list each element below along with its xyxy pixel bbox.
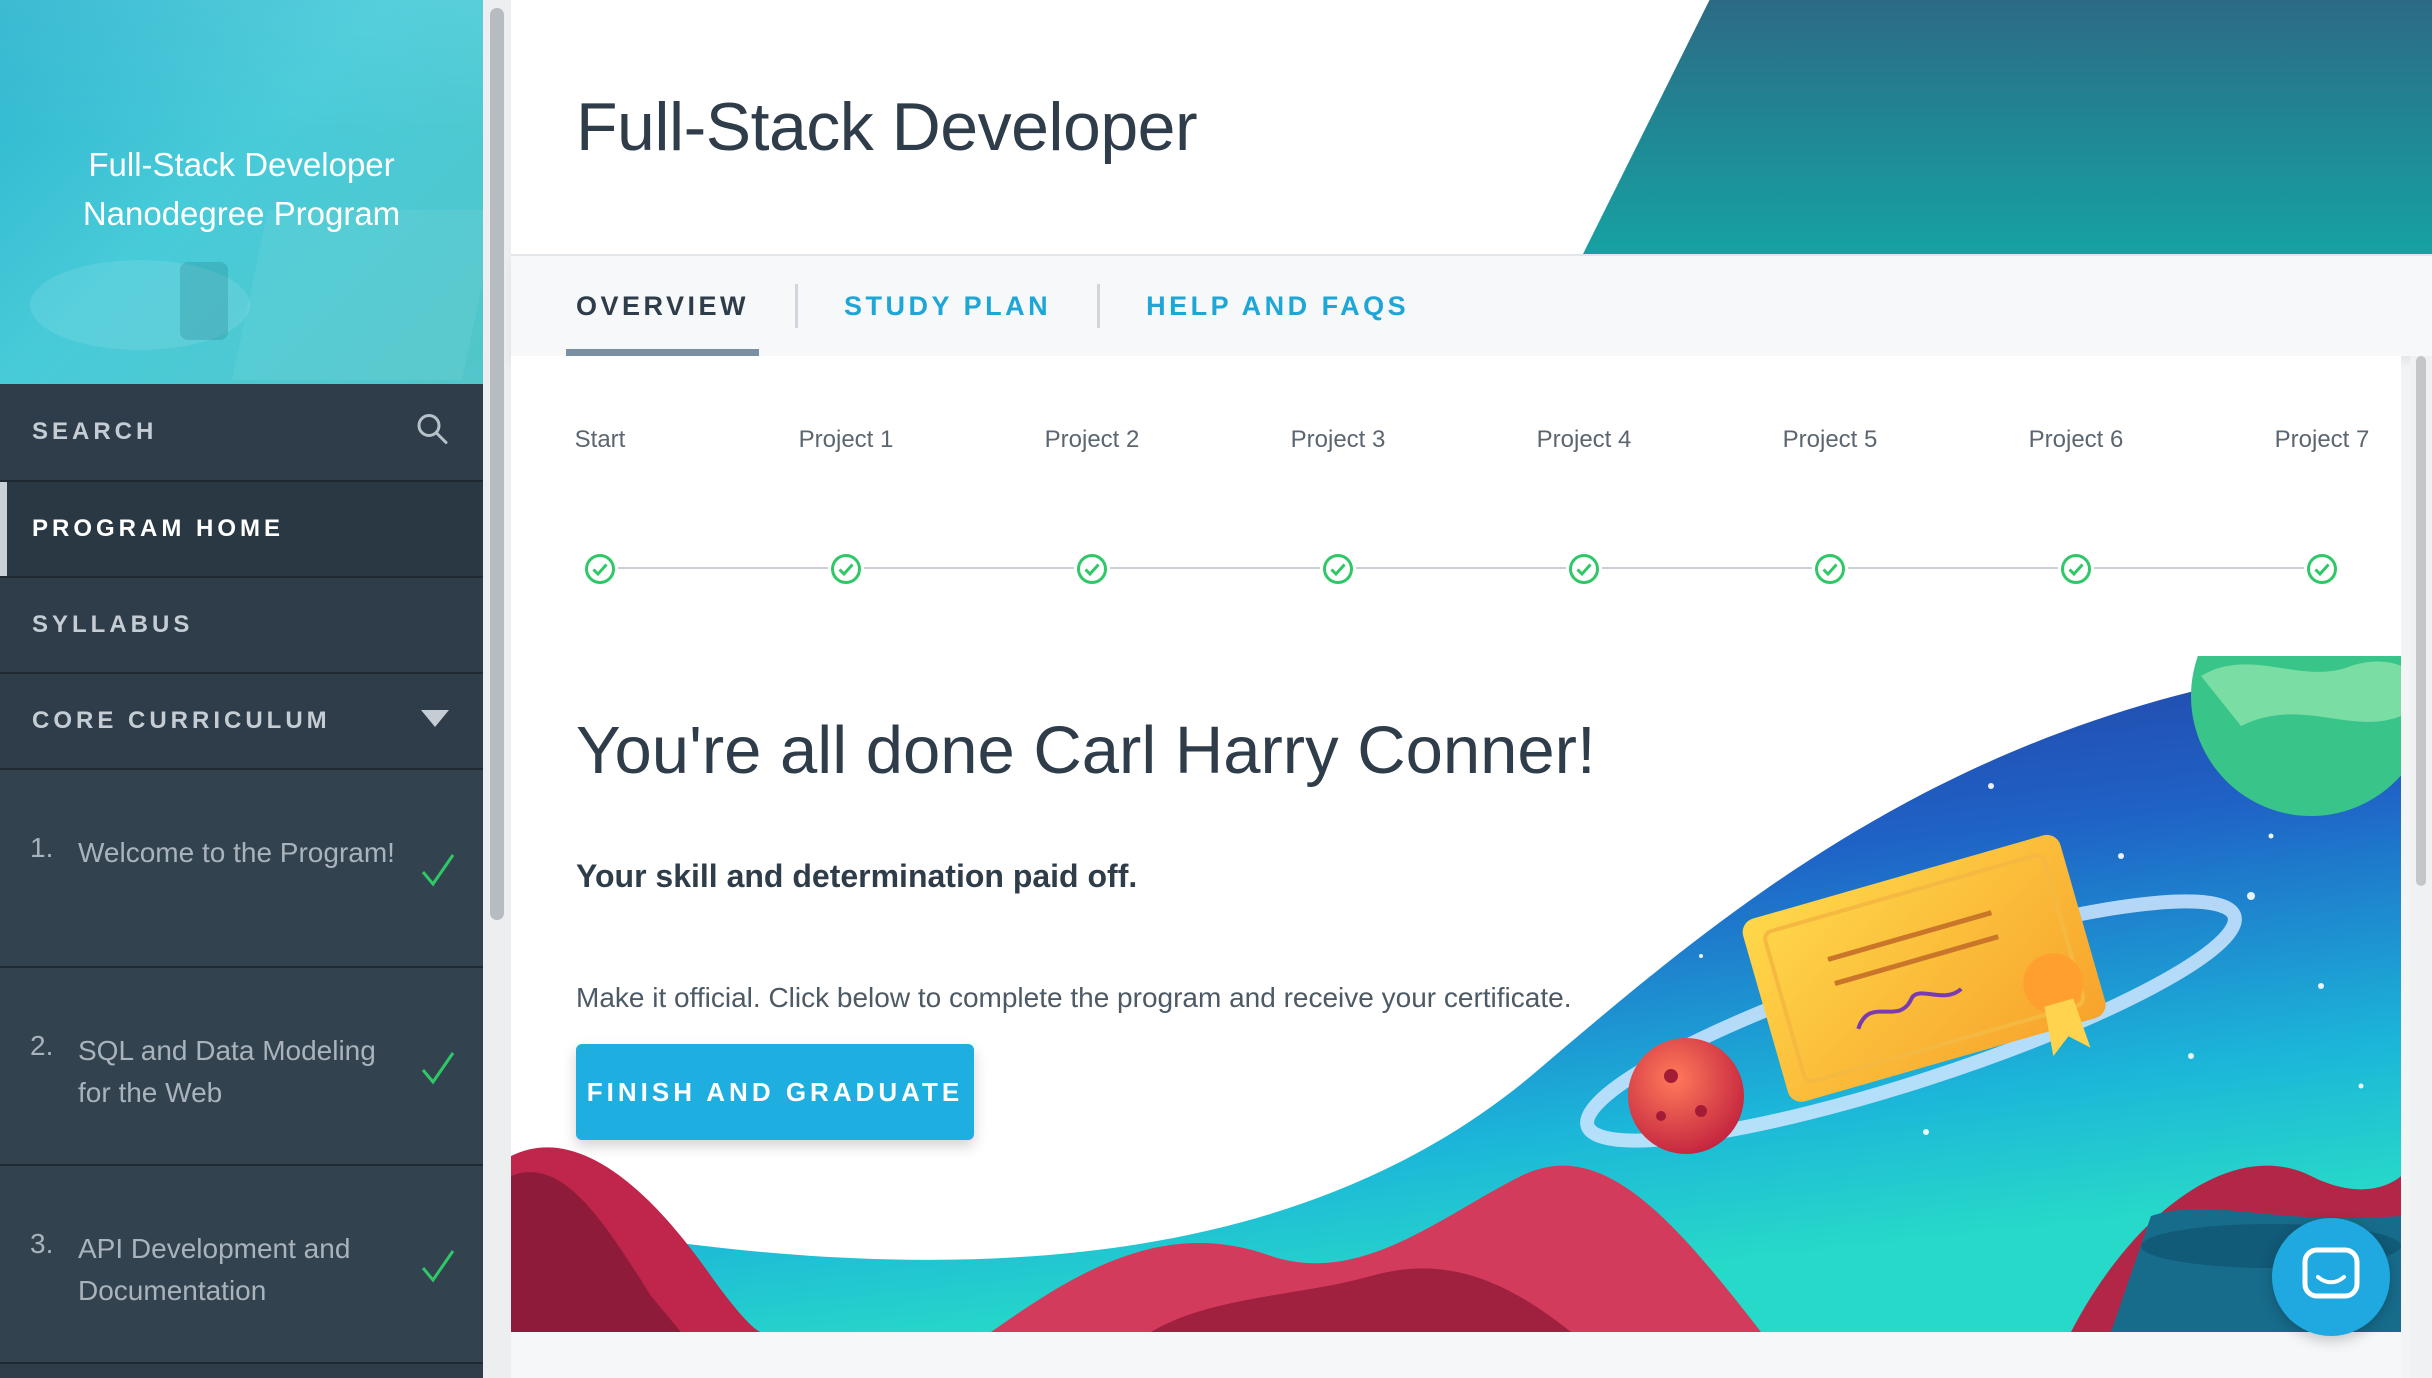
hero-cup-shape [180,262,228,340]
tab-divider [1097,284,1101,328]
checkmark-icon [421,852,455,893]
triangle-down-icon[interactable] [421,707,449,735]
progress-connector [1602,567,1812,569]
lesson-item[interactable]: 1. Welcome to the Program! [0,770,483,968]
progress-step-label: Project 3 [1290,426,1386,453]
sidebar-item-label: PROGRAM HOME [32,515,284,542]
check-circle-icon[interactable] [584,553,616,585]
tab-help-faqs[interactable]: HELP AND FAQS [1146,256,1409,356]
lesson-item[interactable]: 3. API Development and Documentation [0,1166,483,1364]
check-circle-icon[interactable] [1814,553,1846,585]
sidebar-item-program-home[interactable]: PROGRAM HOME [0,482,483,578]
chat-icon [2302,1247,2360,1308]
progress-stepper: Start Project 1 Project 2 Project 3 Project … [574,426,2369,584]
progress-connector [1356,567,1566,569]
program-title-line2: Nanodegree Program [82,195,401,232]
header-decoration [1582,0,2432,254]
progress-step-label: Project 6 [2028,426,2124,453]
page-header: Full-Stack Developer [511,0,2432,256]
check-circle-icon[interactable] [1568,553,1600,585]
sidebar-scrollbar-thumb[interactable] [490,8,504,920]
check-circle-icon[interactable] [1076,553,1108,585]
checkmark-icon [421,1050,455,1091]
tab-overview[interactable]: OVERVIEW [565,256,760,356]
program-title-line1: Full-Stack Developer [88,146,395,183]
sidebar-scrollbar[interactable] [483,0,511,1378]
progress-step-label: Project 7 [2274,426,2370,453]
sidebar-item-core-curriculum[interactable]: CORE CURRICULUM [0,674,483,770]
sidebar-search[interactable]: SEARCH [0,384,483,482]
lesson-title: Welcome to the Program! [78,837,395,868]
main-content: Full-Stack Developer OVERVIEW STUDY PLAN… [511,0,2432,1378]
progress-connector [618,567,828,569]
main-scrollbar-thumb[interactable] [2416,356,2426,886]
progress-connector [1110,567,1320,569]
tab-study-plan[interactable]: STUDY PLAN [844,256,1051,356]
progress-connector [864,567,1074,569]
overview-panel: Start Project 1 Project 2 Project 3 Project … [511,356,2401,1332]
program-title: Full-Stack Developer Nanodegree Program [0,140,483,238]
chat-launcher-button[interactable] [2272,1218,2390,1336]
lesson-title: SQL and Data Modeling for the Web [78,1035,376,1108]
finish-and-graduate-button[interactable]: FINISH AND GRADUATE [576,1044,974,1140]
search-icon[interactable] [415,412,449,453]
checkmark-icon [421,1248,455,1289]
sidebar-item-label: SYLLABUS [32,611,194,638]
sidebar-item-label: CORE CURRICULUM [32,707,331,734]
red-planet [1628,1038,1744,1154]
lesson-item[interactable]: 2. SQL and Data Modeling for the Web [0,968,483,1166]
check-circle-icon[interactable] [830,553,862,585]
sidebar-item-syllabus[interactable]: SYLLABUS [0,578,483,674]
check-circle-icon[interactable] [1322,553,1354,585]
tab-bar: OVERVIEW STUDY PLAN HELP AND FAQS [511,256,2432,356]
sidebar: Full-Stack Developer Nanodegree Program … [0,0,483,1378]
progress-step-label: Project 4 [1536,426,1632,453]
search-label: SEARCH [32,418,158,445]
content-footer [511,1332,2401,1378]
progress-step-label: Project 5 [1782,426,1878,453]
hero-highlight [0,0,483,140]
app-window: Full-Stack Developer Nanodegree Program … [0,0,2432,1378]
lesson-title: API Development and Documentation [78,1233,351,1306]
progress-connector [2094,567,2304,569]
page-title: Full-Stack Developer [576,89,1198,165]
check-circle-icon[interactable] [2306,553,2338,585]
program-hero[interactable]: Full-Stack Developer Nanodegree Program [0,0,483,384]
main-scrollbar[interactable] [2410,356,2432,1378]
lesson-number: 1. [30,832,54,863]
graduation-illustration [511,656,2401,1332]
progress-connector [1848,567,2058,569]
check-circle-icon[interactable] [2060,553,2092,585]
lesson-number: 2. [30,1030,54,1061]
lesson-number: 3. [30,1228,54,1259]
progress-step-label: Project 2 [1044,426,1140,453]
progress-step-label: Start [574,426,626,453]
tab-divider [795,284,799,328]
progress-step-label: Project 1 [798,426,894,453]
